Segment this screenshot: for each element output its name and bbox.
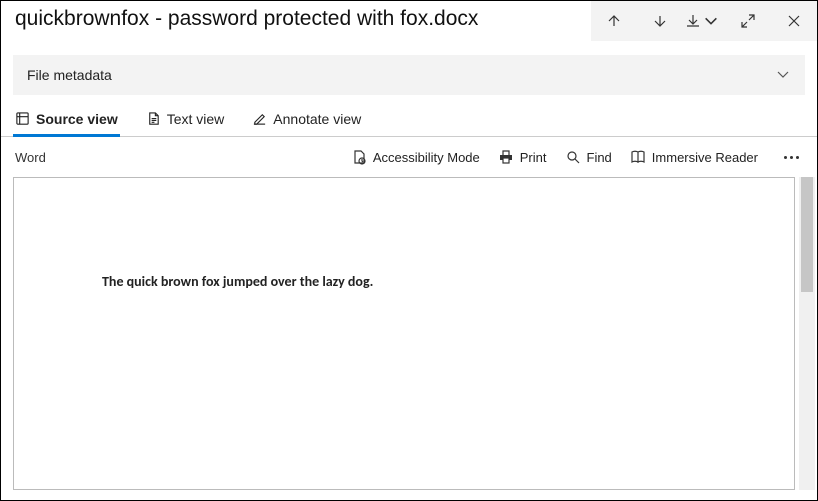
file-metadata-panel[interactable]: File metadata xyxy=(13,55,805,95)
tab-label: Text view xyxy=(167,111,225,127)
immersive-reader-button[interactable]: Immersive Reader xyxy=(630,149,758,165)
text-view-icon xyxy=(146,111,161,126)
tab-label: Source view xyxy=(36,111,118,127)
find-button[interactable]: Find xyxy=(565,149,612,165)
title-bar: quickbrownfox - password protected with … xyxy=(1,1,817,41)
toolbar-actions: Accessibility Mode Print Find Immersive … xyxy=(351,149,807,165)
arrow-down-icon xyxy=(652,13,668,29)
tab-source-view[interactable]: Source view xyxy=(15,109,118,136)
accessibility-icon xyxy=(351,149,367,165)
button-label: Find xyxy=(587,150,612,165)
annotate-view-icon xyxy=(252,111,267,126)
expand-icon xyxy=(740,13,756,29)
app-type-label: Word xyxy=(15,150,46,165)
expand-button[interactable] xyxy=(725,1,771,41)
tab-annotate-view[interactable]: Annotate view xyxy=(252,109,361,136)
button-label: Accessibility Mode xyxy=(373,150,480,165)
dot-icon xyxy=(790,156,793,159)
accessibility-mode-button[interactable]: Accessibility Mode xyxy=(351,149,480,165)
chevron-down-icon xyxy=(703,13,719,29)
more-options-button[interactable] xyxy=(776,152,807,163)
chevron-down-icon xyxy=(775,66,791,85)
scrollbar-thumb[interactable] xyxy=(801,177,813,292)
document-page: The quick brown fox jumped over the lazy… xyxy=(13,177,795,490)
prev-button[interactable] xyxy=(591,1,637,41)
arrow-up-icon xyxy=(606,13,622,29)
document-viewport: The quick brown fox jumped over the lazy… xyxy=(1,177,817,500)
button-label: Immersive Reader xyxy=(652,150,758,165)
book-icon xyxy=(630,149,646,165)
print-button[interactable]: Print xyxy=(498,149,547,165)
file-metadata-label: File metadata xyxy=(27,67,112,83)
title-controls xyxy=(591,1,817,41)
download-button[interactable] xyxy=(683,1,725,41)
source-view-icon xyxy=(15,111,30,126)
print-icon xyxy=(498,149,514,165)
button-label: Print xyxy=(520,150,547,165)
search-icon xyxy=(565,149,581,165)
download-icon xyxy=(685,13,701,29)
close-icon xyxy=(786,13,802,29)
document-body-text: The quick brown fox jumped over the lazy… xyxy=(102,273,373,290)
dot-icon xyxy=(784,156,787,159)
view-tabs: Source view Text view Annotate view xyxy=(1,95,817,137)
tab-text-view[interactable]: Text view xyxy=(146,109,225,136)
document-toolbar: Word Accessibility Mode Print Find Immer… xyxy=(1,137,817,177)
window-title: quickbrownfox - password protected with … xyxy=(1,1,591,41)
vertical-scrollbar[interactable] xyxy=(799,177,815,490)
close-button[interactable] xyxy=(771,1,817,41)
tab-label: Annotate view xyxy=(273,111,361,127)
next-button[interactable] xyxy=(637,1,683,41)
dot-icon xyxy=(796,156,799,159)
